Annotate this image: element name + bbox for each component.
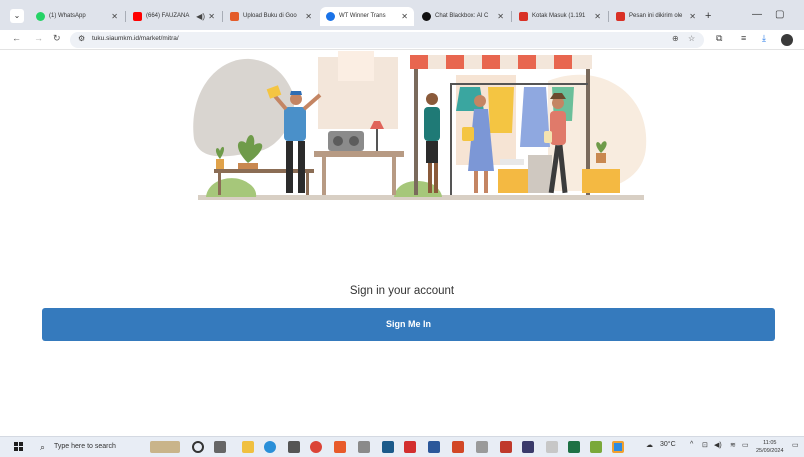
tab-youtube[interactable]: (664) FAUZANA ◀) ✕ [127,7,221,26]
weather-icon[interactable]: ☁ [646,441,653,449]
blackbox-icon [422,12,431,21]
page-content: Sign in your account Sign Me In [0,51,804,436]
edge-icon[interactable] [264,441,276,453]
app-icon[interactable] [452,441,464,453]
tray-chevron-icon[interactable]: ^ [690,441,693,448]
app-icon[interactable] [288,441,300,453]
tab-gmail-message[interactable]: Pesan ini dikirim ole ✕ [610,7,702,26]
forward-icon[interactable]: → [34,33,43,43]
office-icon[interactable] [334,441,346,453]
browser-window: ⌄ (1) WhatsApp ✕ (664) FAUZANA ◀) ✕ Uplo… [0,0,804,457]
reading-list-icon[interactable]: ≡ [741,33,746,43]
tab-divider [511,11,512,22]
windows-start-icon[interactable] [14,442,24,452]
tab-label: WT Winner Trans [339,13,386,19]
clock-date: 25/09/2024 [756,448,784,454]
tab-label: (664) FAUZANA [146,13,190,19]
file-explorer-icon[interactable] [242,441,254,453]
tab-winner-trans[interactable]: WT Winner Trans ✕ [320,7,414,26]
signin-heading: Sign in your account [349,285,455,297]
taskbar-search[interactable]: ⌕ Type here to search [36,439,136,455]
new-tab-button[interactable]: + [705,7,711,26]
globe-icon [326,12,335,21]
close-tab-icon[interactable]: ✕ [305,7,312,26]
gmail-icon [519,12,528,21]
network-icon[interactable]: ⊡ [702,441,708,449]
chrome-icon[interactable] [310,441,322,453]
audio-icon[interactable]: ◀) [196,7,205,26]
tab-gmail-inbox[interactable]: Kotak Masuk (1.191 ✕ [513,7,607,26]
cortana-icon[interactable] [192,441,204,453]
volume-icon[interactable]: ◀) [714,441,722,449]
upload-icon [230,12,239,21]
close-tab-icon[interactable]: ✕ [689,7,696,26]
taskbar-search-placeholder: Type here to search [54,443,116,450]
clock-time: 11:05 [763,440,777,446]
close-tab-icon[interactable]: ✕ [208,7,215,26]
tab-divider [125,11,126,22]
sign-in-button[interactable]: Sign Me In [42,308,775,341]
search-highlight-icon[interactable] [150,441,180,453]
download-icon[interactable]: ⤓ [762,33,766,44]
bookmark-star-icon[interactable]: ☆ [688,34,695,43]
app-icon[interactable] [522,441,534,453]
acrobat-icon[interactable] [404,441,416,453]
app-icon[interactable] [476,441,488,453]
gmail-icon [616,12,625,21]
zoom-icon[interactable]: ⊕ [672,34,679,43]
youtube-icon [133,12,142,21]
language-icon[interactable]: ▭ [742,441,749,449]
app-icon[interactable] [358,441,370,453]
tab-label: (1) WhatsApp [49,13,86,19]
tab-label: Chat Blackbox: AI C [435,13,489,19]
profile-avatar[interactable] [781,34,793,46]
active-app-icon[interactable] [612,441,624,453]
tab-upload-buku[interactable]: Upload Buku di Goo ✕ [224,7,318,26]
extensions-icon[interactable]: ⧉ [716,33,722,44]
tab-strip: ⌄ (1) WhatsApp ✕ (664) FAUZANA ◀) ✕ Uplo… [0,0,804,30]
tab-search-button[interactable]: ⌄ [10,9,24,23]
close-tab-icon[interactable]: ✕ [594,7,601,26]
minimize-icon[interactable]: — [752,9,762,20]
photoshop-icon[interactable] [382,441,394,453]
task-view-icon[interactable] [214,441,226,453]
tab-label: Upload Buku di Goo [243,13,297,19]
notification-icon[interactable]: ▭ [792,441,799,449]
tab-divider [608,11,609,22]
tab-label: Kotak Masuk (1.191 [532,13,586,19]
tab-divider [222,11,223,22]
weather-temperature[interactable]: 30°C [660,441,676,448]
whatsapp-icon [36,12,45,21]
windows-taskbar: ⌕ Type here to search ☁ 30°C ^ ⊡ ◀) ≋ ▭ … [0,436,804,457]
app-icon[interactable] [546,441,558,453]
wifi-icon[interactable]: ≋ [730,441,736,449]
site-info-icon[interactable]: ⚙ [78,34,85,43]
maximize-icon[interactable]: ▢ [775,9,784,20]
app-icon[interactable] [500,441,512,453]
reload-icon[interactable]: ↻ [53,33,61,44]
back-icon[interactable]: ← [12,33,21,43]
close-tab-icon[interactable]: ✕ [497,7,504,26]
system-clock[interactable]: 11:05 25/09/2024 [756,439,784,455]
url-text[interactable]: tuku.siaumkm.id/market/mitra/ [92,35,179,42]
address-bar[interactable]: ⚙ tuku.siaumkm.id/market/mitra/ ⊕ ☆ [70,32,704,48]
app-icon[interactable] [590,441,602,453]
close-tab-icon[interactable]: ✕ [111,7,118,26]
excel-icon[interactable] [568,441,580,453]
word-icon[interactable] [428,441,440,453]
tab-blackbox[interactable]: Chat Blackbox: AI C ✕ [416,7,510,26]
marketplace-illustration [193,51,647,200]
close-tab-icon[interactable]: ✕ [401,7,408,26]
search-icon: ⌕ [40,442,46,452]
tab-whatsapp[interactable]: (1) WhatsApp ✕ [30,7,124,26]
address-toolbar: ← → ↻ ⚙ tuku.siaumkm.id/market/mitra/ ⊕ … [0,30,804,50]
tab-label: Pesan ini dikirim ole [629,13,683,19]
